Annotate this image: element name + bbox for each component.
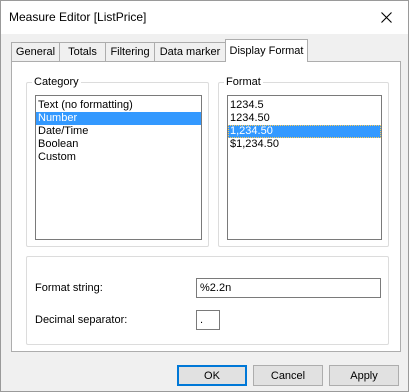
category-item-custom[interactable]: Custom bbox=[36, 151, 201, 164]
tab-general[interactable]: General bbox=[11, 42, 60, 61]
category-item-boolean[interactable]: Boolean bbox=[36, 138, 201, 151]
format-item-1[interactable]: 1234.5 bbox=[228, 99, 381, 112]
format-item-4[interactable]: $1,234.50 bbox=[228, 138, 381, 151]
category-listbox[interactable]: Text (no formatting) Number Date/Time Bo… bbox=[35, 95, 202, 240]
category-item-text[interactable]: Text (no formatting) bbox=[36, 99, 201, 112]
ok-button[interactable]: OK bbox=[177, 365, 247, 386]
tab-strip: General Totals Filtering Data marker Dis… bbox=[11, 39, 401, 62]
tab-display-format[interactable]: Display Format bbox=[225, 39, 308, 62]
format-group: Format 1234.5 1234.50 1,234.50 $1,234.50 bbox=[218, 76, 389, 247]
tab-data-marker[interactable]: Data marker bbox=[154, 42, 226, 61]
decimal-separator-input[interactable]: . bbox=[196, 310, 220, 330]
format-string-label: Format string: bbox=[35, 282, 103, 294]
category-item-number[interactable]: Number bbox=[36, 112, 201, 125]
format-listbox[interactable]: 1234.5 1234.50 1,234.50 $1,234.50 bbox=[227, 95, 382, 240]
tab-totals[interactable]: Totals bbox=[59, 42, 106, 61]
category-legend: Category bbox=[32, 76, 81, 88]
decimal-separator-label: Decimal separator: bbox=[35, 314, 128, 326]
close-icon bbox=[380, 12, 392, 23]
cancel-button[interactable]: Cancel bbox=[253, 365, 323, 386]
display-format-panel: Category Text (no formatting) Number Dat… bbox=[11, 61, 401, 352]
format-options-group: Format string: %2.2n Decimal separator: … bbox=[26, 256, 389, 345]
measure-editor-dialog: Measure Editor [ListPrice] General Total… bbox=[0, 0, 409, 392]
window-title: Measure Editor [ListPrice] bbox=[9, 10, 147, 24]
apply-button[interactable]: Apply bbox=[329, 365, 399, 386]
format-legend: Format bbox=[224, 76, 263, 88]
tab-filtering[interactable]: Filtering bbox=[105, 42, 155, 61]
format-item-2[interactable]: 1234.50 bbox=[228, 112, 381, 125]
format-string-input[interactable]: %2.2n bbox=[196, 278, 381, 298]
category-item-datetime[interactable]: Date/Time bbox=[36, 125, 201, 138]
category-group: Category Text (no formatting) Number Dat… bbox=[26, 76, 209, 247]
close-button[interactable] bbox=[364, 1, 408, 34]
title-bar: Measure Editor [ListPrice] bbox=[1, 1, 408, 34]
format-item-3[interactable]: 1,234.50 bbox=[228, 125, 381, 138]
